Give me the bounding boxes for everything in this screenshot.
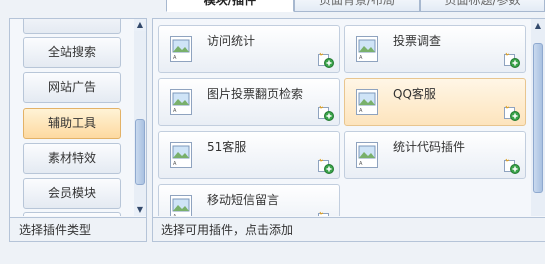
scroll-down-icon[interactable]: ▼ bbox=[134, 204, 146, 216]
plugin-card-51-service[interactable]: A 51客服 bbox=[158, 131, 340, 179]
add-plugin-icon[interactable] bbox=[504, 105, 520, 121]
category-item-effects[interactable]: 素材特效 bbox=[23, 143, 121, 174]
image-document-icon: A bbox=[356, 36, 378, 62]
add-plugin-icon[interactable] bbox=[504, 52, 520, 68]
plugin-label: 图片投票翻页检索 bbox=[207, 87, 304, 101]
svg-text:A: A bbox=[359, 55, 363, 61]
plugin-card-visit-stats[interactable]: A 访问统计 bbox=[158, 25, 340, 73]
add-plugin-icon[interactable] bbox=[318, 52, 334, 68]
plugin-grid: A 访问统计 A 投票调查 A 图片投票翻页检索 A QQ客服 A 51客服 A… bbox=[153, 19, 531, 216]
plugin-card-vote-survey[interactable]: A 投票调查 bbox=[344, 25, 526, 73]
plugin-label: 统计代码插件 bbox=[393, 140, 466, 154]
image-document-icon: A bbox=[170, 142, 192, 168]
plugin-label: 移动短信留言 bbox=[207, 193, 280, 207]
plugin-label: QQ客服 bbox=[393, 87, 436, 101]
category-item-assist-tools[interactable]: 辅助工具 bbox=[23, 108, 121, 139]
category-scrollbar[interactable]: ▲ ▼ bbox=[134, 19, 146, 216]
plugin-panel-hint: 选择可用插件，点击添加 bbox=[153, 217, 545, 241]
category-item-members[interactable]: 会员模块 bbox=[23, 178, 121, 209]
svg-text:A: A bbox=[173, 55, 177, 61]
add-plugin-icon[interactable] bbox=[504, 158, 520, 174]
plugin-panel: A 访问统计 A 投票调查 A 图片投票翻页检索 A QQ客服 A 51客服 A… bbox=[152, 18, 545, 242]
svg-text:A: A bbox=[359, 108, 363, 114]
plugin-scrollbar[interactable]: ▲ bbox=[531, 19, 545, 216]
plugin-card-stats-code[interactable]: A 统计代码插件 bbox=[344, 131, 526, 179]
category-item-partial-bottom[interactable] bbox=[23, 212, 121, 216]
svg-text:A: A bbox=[173, 108, 177, 114]
plugin-card-sms-message[interactable]: A 移动短信留言 bbox=[158, 184, 340, 216]
tab-page-title-params[interactable]: 页面标题/参数 bbox=[420, 0, 545, 12]
plugin-label: 访问统计 bbox=[207, 34, 256, 48]
tab-modules-plugins[interactable]: 模块/插件 bbox=[166, 0, 294, 12]
plugin-card-image-vote-search[interactable]: A 图片投票翻页检索 bbox=[158, 78, 340, 126]
add-plugin-icon[interactable] bbox=[318, 211, 334, 216]
svg-text:A: A bbox=[173, 161, 177, 167]
category-item-site-search[interactable]: 全站搜索 bbox=[23, 37, 121, 68]
plugin-scroll-thumb[interactable] bbox=[533, 43, 543, 193]
tab-strip: 模块/插件 页面背景/布局 页面标题/参数 bbox=[0, 0, 545, 12]
plugin-card-qq-service[interactable]: A QQ客服 bbox=[344, 78, 526, 126]
image-document-icon: A bbox=[170, 89, 192, 115]
svg-text:A: A bbox=[173, 214, 177, 216]
category-item-site-ads[interactable]: 网站广告 bbox=[23, 72, 121, 103]
scroll-up-icon[interactable]: ▲ bbox=[134, 19, 146, 31]
plugin-label: 51客服 bbox=[207, 140, 247, 154]
svg-text:A: A bbox=[359, 161, 363, 167]
scroll-up-icon[interactable]: ▲ bbox=[531, 19, 545, 33]
tab-page-background-layout[interactable]: 页面背景/布局 bbox=[294, 0, 420, 12]
category-panel: 全站搜索 网站广告 辅助工具 素材特效 会员模块 ▲ ▼ 选择插件类型 bbox=[9, 18, 147, 242]
plugin-label: 投票调查 bbox=[393, 34, 442, 48]
add-plugin-icon[interactable] bbox=[318, 158, 334, 174]
image-document-icon: A bbox=[356, 142, 378, 168]
image-document-icon: A bbox=[170, 36, 192, 62]
category-panel-hint: 选择插件类型 bbox=[10, 217, 146, 241]
add-plugin-icon[interactable] bbox=[318, 105, 334, 121]
category-scroll-thumb[interactable] bbox=[135, 119, 145, 185]
image-document-icon: A bbox=[170, 195, 192, 216]
image-document-icon: A bbox=[356, 89, 378, 115]
category-item-partial-top[interactable] bbox=[23, 19, 121, 34]
category-list: 全站搜索 网站广告 辅助工具 素材特效 会员模块 bbox=[10, 19, 134, 216]
